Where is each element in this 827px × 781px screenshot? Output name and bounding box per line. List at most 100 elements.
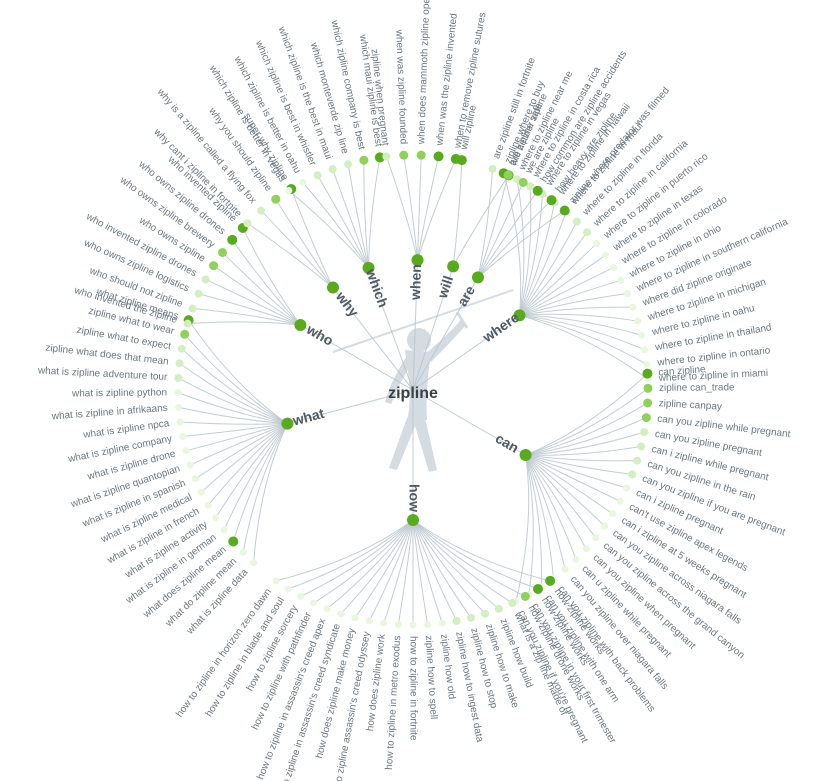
leaf-node[interactable] <box>299 179 306 186</box>
leaf-node[interactable] <box>178 345 186 353</box>
leaf-node[interactable] <box>202 275 210 283</box>
leaf-node[interactable] <box>602 252 609 259</box>
leaf-node[interactable] <box>642 369 652 379</box>
leaf-node[interactable] <box>439 620 446 627</box>
leaf-node[interactable] <box>633 457 641 465</box>
leaf-node[interactable] <box>593 240 600 247</box>
leaf-node[interactable] <box>285 586 292 593</box>
leaf-node[interactable] <box>189 305 197 313</box>
category-node-can[interactable] <box>520 449 532 461</box>
leaf-node[interactable] <box>195 290 203 298</box>
category-node-will[interactable] <box>447 260 459 272</box>
leaf-node[interactable] <box>218 248 227 257</box>
leaf-node[interactable] <box>243 219 251 227</box>
leaf-node[interactable] <box>209 261 218 270</box>
leaf-node[interactable] <box>592 534 599 541</box>
leaf-node[interactable] <box>227 235 237 245</box>
leaf-node[interactable] <box>562 566 569 573</box>
leaf-node[interactable] <box>352 614 359 621</box>
leaf-node[interactable] <box>628 470 636 478</box>
leaf-node[interactable] <box>297 593 304 600</box>
leaf-node[interactable] <box>504 171 513 180</box>
leaf-node[interactable] <box>545 576 555 586</box>
leaf-node[interactable] <box>424 621 431 628</box>
leaf-node[interactable] <box>240 549 247 556</box>
leaf-node[interactable] <box>481 610 489 618</box>
leaf-node[interactable] <box>187 461 194 468</box>
leaf-node[interactable] <box>629 304 636 311</box>
category-node-who[interactable] <box>294 319 306 331</box>
leaf-node[interactable] <box>228 536 238 546</box>
leaf-node[interactable] <box>174 374 182 382</box>
category-node-why[interactable] <box>327 282 339 294</box>
leaf-node[interactable] <box>573 218 581 226</box>
leaf-node[interactable] <box>184 320 192 328</box>
leaf-node[interactable] <box>175 389 182 396</box>
leaf-node[interactable] <box>344 160 352 168</box>
leaf-node[interactable] <box>250 559 257 566</box>
leaf-node[interactable] <box>601 523 608 530</box>
leaf-node[interactable] <box>183 447 190 454</box>
leaf-node[interactable] <box>359 156 368 165</box>
leaf-node[interactable] <box>637 442 645 450</box>
leaf-node[interactable] <box>337 610 344 617</box>
leaf-node[interactable] <box>623 484 630 491</box>
leaf-node[interactable] <box>417 151 426 160</box>
leaf-node[interactable] <box>329 165 337 173</box>
leaf-node[interactable] <box>640 428 648 436</box>
leaf-node[interactable] <box>642 413 651 422</box>
leaf-node[interactable] <box>634 318 641 325</box>
leaf-node[interactable] <box>609 510 616 517</box>
leaf-node[interactable] <box>395 621 402 628</box>
leaf-node[interactable] <box>285 187 292 194</box>
leaf-node[interactable] <box>175 404 182 411</box>
leaf-node[interactable] <box>272 577 279 584</box>
leaf-node[interactable] <box>583 228 591 236</box>
leaf-node[interactable] <box>198 489 205 496</box>
leaf-node[interactable] <box>434 151 444 161</box>
leaf-node[interactable] <box>533 186 543 196</box>
leaf-node[interactable] <box>508 599 516 607</box>
leaf-node[interactable] <box>205 502 212 509</box>
leaf-node[interactable] <box>453 617 461 625</box>
leaf-node[interactable] <box>180 330 189 339</box>
category-node-how[interactable] <box>407 514 419 526</box>
leaf-node[interactable] <box>324 605 331 612</box>
leaf-node[interactable] <box>519 178 528 187</box>
leaf-node[interactable] <box>641 346 648 353</box>
leaf-node[interactable] <box>177 418 184 425</box>
leaf-node[interactable] <box>547 195 557 205</box>
leaf-node[interactable] <box>560 206 570 216</box>
leaf-node[interactable] <box>624 290 631 297</box>
leaf-node[interactable] <box>533 584 543 594</box>
leaf-node[interactable] <box>221 526 228 533</box>
leaf-node[interactable] <box>489 165 497 173</box>
leaf-node[interactable] <box>192 475 199 482</box>
leaf-node[interactable] <box>179 433 186 440</box>
leaf-node[interactable] <box>617 498 624 505</box>
leaf-node[interactable] <box>643 384 652 393</box>
leaf-node[interactable] <box>366 617 373 624</box>
leaf-node[interactable] <box>212 514 219 521</box>
leaf-node[interactable] <box>617 277 624 284</box>
category-node-are[interactable] <box>472 271 484 283</box>
leaf-node[interactable] <box>382 153 390 161</box>
leaf-node[interactable] <box>257 207 265 215</box>
leaf-node[interactable] <box>610 264 617 271</box>
leaf-node[interactable] <box>380 620 387 627</box>
leaf-node[interactable] <box>643 398 652 407</box>
leaf-node[interactable] <box>583 545 590 552</box>
leaf-node[interactable] <box>310 599 317 606</box>
leaf-node[interactable] <box>467 614 475 622</box>
leaf-node[interactable] <box>176 359 184 367</box>
leaf-node[interactable] <box>271 195 280 204</box>
leaf-node[interactable] <box>572 556 579 563</box>
leaf-node[interactable] <box>399 151 408 160</box>
leaf-node[interactable] <box>638 332 645 339</box>
leaf-node[interactable] <box>314 171 322 179</box>
leaf-node[interactable] <box>521 592 530 601</box>
leaf-node[interactable] <box>410 622 417 629</box>
leaf-node[interactable] <box>643 361 650 368</box>
leaf-node[interactable] <box>457 155 467 165</box>
leaf-node[interactable] <box>495 605 503 613</box>
